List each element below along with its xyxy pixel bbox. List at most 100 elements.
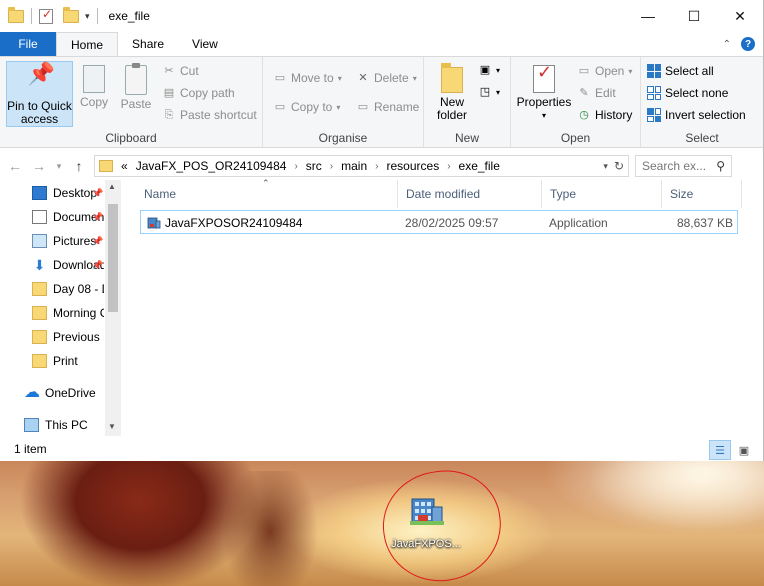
delete-icon: ✕ xyxy=(358,72,368,84)
recent-locations-icon[interactable]: ▾ xyxy=(54,161,64,172)
nav-item-day08[interactable]: Day 08 - D xyxy=(32,282,104,296)
paste-shortcut-button[interactable]: ⎘ Paste shortcut xyxy=(162,108,257,122)
breadcrumb-src[interactable]: src xyxy=(306,159,322,173)
ribbon-tabs: File Home Share View ⌃ ? xyxy=(0,32,763,56)
chevron-right-icon[interactable]: › xyxy=(294,161,297,172)
quick-access-toolbar: ▾ xyxy=(0,6,101,24)
close-button[interactable]: ✕ xyxy=(717,0,763,32)
minimize-button[interactable]: — xyxy=(625,0,671,32)
column-type[interactable]: Type xyxy=(542,180,662,208)
copy-to-icon: ▭ xyxy=(274,101,286,113)
column-size[interactable]: Size xyxy=(662,180,742,208)
file-type: Application xyxy=(549,216,608,230)
move-to-button[interactable]: ▭ Move to ▾ xyxy=(273,71,342,85)
paste-icon xyxy=(125,63,147,95)
copy-path-icon: ▤ xyxy=(163,87,175,99)
breadcrumb-overflow[interactable]: « xyxy=(121,159,128,173)
tab-view[interactable]: View xyxy=(178,32,232,56)
scroll-down-icon[interactable]: ▼ xyxy=(108,422,116,431)
breadcrumb-exe-file[interactable]: exe_file xyxy=(459,159,500,173)
cut-button[interactable]: ✂ Cut xyxy=(162,64,198,78)
chevron-right-icon[interactable]: › xyxy=(330,161,333,172)
breadcrumb-resources[interactable]: resources xyxy=(387,159,440,173)
new-folder-quick-icon[interactable] xyxy=(63,6,79,23)
select-label: Select xyxy=(685,131,719,145)
explorer-window: ▾ exe_file — ☐ ✕ File Home Share View ⌃ … xyxy=(0,0,764,461)
scissors-icon: ✂ xyxy=(164,65,174,77)
new-item-icon: ▣ xyxy=(479,64,491,76)
nav-item-this-pc[interactable]: This PC xyxy=(24,418,96,432)
nav-item-print[interactable]: Print xyxy=(32,354,104,368)
scroll-up-icon[interactable]: ▲ xyxy=(108,182,116,191)
folder-icon xyxy=(99,160,113,172)
nav-scrollbar[interactable]: ▲ ▼ xyxy=(105,180,121,436)
copy-path-button[interactable]: ▤ Copy path xyxy=(162,86,235,100)
details-view-button[interactable]: ☰ xyxy=(709,440,731,460)
paste-button[interactable]: Paste xyxy=(118,63,154,111)
delete-button[interactable]: ✕ Delete ▾ xyxy=(356,71,416,85)
column-name[interactable]: Name xyxy=(136,180,398,208)
back-icon[interactable]: ← xyxy=(6,158,24,174)
organise-group: ▭ Move to ▾ ▭ Copy to ▾ ✕ Delete ▾ ▭ Rename… xyxy=(263,57,424,147)
tab-share[interactable]: Share xyxy=(118,32,178,56)
copy-to-button[interactable]: ▭ Copy to ▾ xyxy=(273,100,341,114)
move-to-icon: ▭ xyxy=(274,72,286,84)
status-bar: 1 item ☰ ▣ xyxy=(0,436,763,461)
paste-shortcut-icon: ⎘ xyxy=(164,109,174,121)
tab-home[interactable]: Home xyxy=(56,32,119,56)
computer-icon xyxy=(24,418,39,432)
new-item-button[interactable]: ▣ ▾ xyxy=(478,63,500,77)
desktop-icon xyxy=(32,186,47,200)
maximize-button[interactable]: ☐ xyxy=(671,0,717,32)
copy-button[interactable]: Copy xyxy=(76,65,112,109)
pin-to-quick-access-button[interactable]: 📌 Pin to Quick access xyxy=(6,61,73,126)
downloads-icon: ⬇ xyxy=(33,258,46,272)
table-row[interactable]: JavaFXPOSOR24109484 28/02/2025 09:57 App… xyxy=(140,210,738,234)
clipboard-group: 📌 Pin to Quick access Copy Paste ✂ Cut ▤… xyxy=(0,57,263,147)
pin-icon: 📌 xyxy=(27,61,55,86)
chevron-right-icon[interactable]: › xyxy=(375,161,378,172)
tab-file[interactable]: File xyxy=(0,32,56,56)
select-none-button[interactable]: Select none xyxy=(647,86,728,100)
nav-item-previous[interactable]: Previous F xyxy=(32,330,104,344)
open-label: Open xyxy=(560,131,591,145)
open-icon: ▭ xyxy=(578,65,590,77)
pin-icon[interactable]: 📌 xyxy=(92,212,103,223)
select-all-button[interactable]: Select all xyxy=(647,64,714,78)
pin-icon[interactable]: 📌 xyxy=(92,188,103,199)
invert-selection-button[interactable]: Invert selection xyxy=(647,108,746,122)
scroll-thumb[interactable] xyxy=(108,204,118,312)
select-none-icon xyxy=(647,86,661,100)
file-size: 88,637 KB xyxy=(676,216,733,230)
history-button[interactable]: ◷ History xyxy=(577,108,632,122)
customize-toolbar-icon[interactable]: ▾ xyxy=(85,11,90,22)
up-icon[interactable]: ↑ xyxy=(70,158,88,174)
breadcrumb-main[interactable]: main xyxy=(341,159,367,173)
forward-icon[interactable]: → xyxy=(30,158,48,174)
search-icon: ⚲ xyxy=(716,159,725,173)
nav-item-morning[interactable]: Morning C xyxy=(32,306,104,320)
nav-item-onedrive[interactable]: ☁ OneDrive xyxy=(24,386,96,400)
pin-icon[interactable]: 📌 xyxy=(92,236,103,247)
column-date-modified[interactable]: Date modified xyxy=(398,180,542,208)
large-icons-view-button[interactable]: ▣ xyxy=(733,440,755,460)
easy-access-button[interactable]: ◳ ▾ xyxy=(478,85,500,99)
edit-icon: ✎ xyxy=(579,87,589,99)
new-folder-button[interactable]: New folder xyxy=(432,63,472,122)
chevron-up-icon[interactable]: ⌃ xyxy=(723,39,731,50)
refresh-icon[interactable]: ↻ xyxy=(614,159,624,173)
copy-icon xyxy=(83,65,105,93)
pin-icon[interactable]: 📌 xyxy=(92,260,103,271)
open-group: Properties ▾ ▭ Open▾ ✎ Edit ◷ History Op… xyxy=(511,57,641,147)
window-title: exe_file xyxy=(108,9,150,23)
properties-button[interactable]: Properties ▾ xyxy=(515,65,573,122)
chevron-right-icon[interactable]: › xyxy=(447,161,450,172)
breadcrumb-project[interactable]: JavaFX_POS_OR24109484 xyxy=(136,159,287,173)
rename-button[interactable]: ▭ Rename xyxy=(356,100,420,114)
open-button[interactable]: ▭ Open ▾ xyxy=(577,64,633,78)
help-icon[interactable]: ? xyxy=(741,37,755,51)
file-name: JavaFXPOSOR24109484 xyxy=(165,216,303,230)
properties-quick-icon[interactable] xyxy=(39,7,53,24)
address-dropdown-icon[interactable]: ▾ xyxy=(603,161,608,172)
edit-button[interactable]: ✎ Edit xyxy=(577,86,615,100)
